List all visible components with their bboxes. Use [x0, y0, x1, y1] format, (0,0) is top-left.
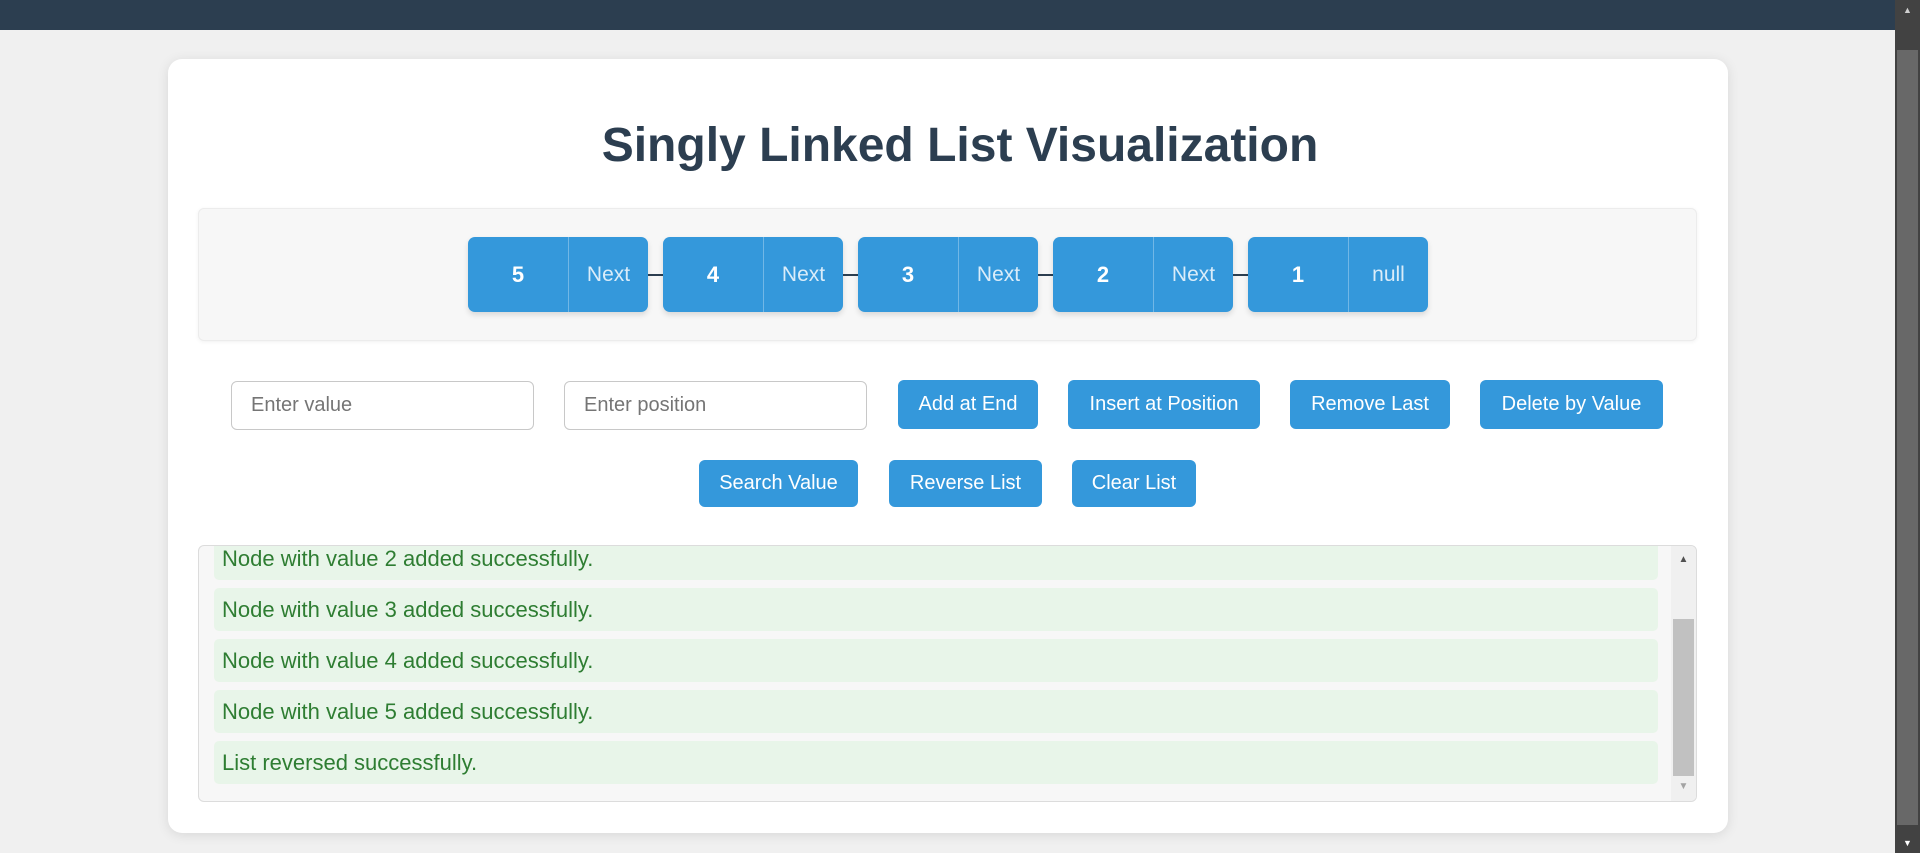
node-value: 2 [1053, 237, 1154, 312]
position-input[interactable] [564, 381, 867, 430]
list-node: 2 Next [1053, 237, 1233, 312]
node-pointer: Next [976, 262, 1021, 286]
node-pointer: Next [1171, 262, 1216, 286]
remove-last-button[interactable]: Remove Last [1290, 380, 1450, 429]
page-scroll-down-icon[interactable]: ▼ [1895, 833, 1920, 853]
linked-list-nodes: 5 Next 4 Next 3 Next 2 Next 1 null [468, 237, 1428, 312]
add-at-end-button[interactable]: Add at End [898, 380, 1038, 429]
node-pointer: null [1372, 262, 1405, 286]
reverse-list-button[interactable]: Reverse List [889, 460, 1042, 507]
log-scrollbar-thumb[interactable] [1673, 619, 1694, 776]
node-value: 5 [468, 237, 569, 312]
scroll-down-arrow-icon[interactable]: ▼ [1671, 777, 1696, 797]
page-scrollbar[interactable]: ▲ ▼ [1895, 0, 1920, 853]
value-input[interactable] [231, 381, 534, 430]
node-connector [843, 273, 858, 276]
list-node: 1 null [1248, 237, 1428, 312]
node-pointer: Next [586, 262, 631, 286]
page-scroll-up-icon[interactable]: ▲ [1895, 0, 1920, 20]
log-entry: Node with value 3 added successfully. [214, 588, 1658, 631]
log-entry: Node with value 4 added successfully. [214, 639, 1658, 682]
log-entry: Node with value 2 added successfully. [214, 546, 1658, 580]
list-node: 4 Next [663, 237, 843, 312]
log-scrollbar[interactable]: ▲ ▼ [1671, 546, 1696, 801]
delete-by-value-button[interactable]: Delete by Value [1480, 380, 1663, 429]
log-entries: Node with value 2 added successfully. No… [214, 546, 1658, 792]
node-value: 4 [663, 237, 764, 312]
list-node: 3 Next [858, 237, 1038, 312]
page-scrollbar-thumb[interactable] [1897, 50, 1918, 825]
insert-at-position-button[interactable]: Insert at Position [1068, 380, 1260, 429]
clear-list-button[interactable]: Clear List [1072, 460, 1196, 507]
page-title: Singly Linked List Visualization [601, 119, 1319, 172]
node-value: 1 [1248, 237, 1349, 312]
list-node: 5 Next [468, 237, 648, 312]
operation-log[interactable]: Node with value 2 added successfully. No… [198, 545, 1697, 802]
node-connector [648, 273, 663, 276]
log-entry: List reversed successfully. [214, 741, 1658, 784]
log-entry: Node with value 5 added successfully. [214, 690, 1658, 733]
node-value: 3 [858, 237, 959, 312]
top-bar [0, 0, 1895, 30]
scroll-up-arrow-icon[interactable]: ▲ [1671, 550, 1696, 570]
node-connector [1038, 273, 1053, 276]
node-pointer: Next [781, 262, 826, 286]
search-value-button[interactable]: Search Value [699, 460, 858, 507]
node-connector [1233, 273, 1248, 276]
